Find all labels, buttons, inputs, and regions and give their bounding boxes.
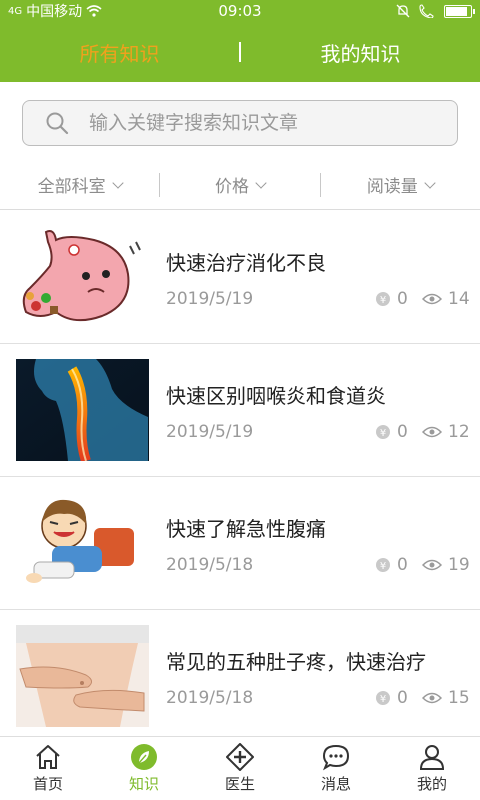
search-input[interactable] xyxy=(89,112,429,134)
filter-label: 阅读量 xyxy=(366,177,418,197)
tab-messages[interactable]: 消息 xyxy=(288,737,384,800)
abdomen-hands-image xyxy=(16,625,149,727)
tab-my-knowledge[interactable]: 我的知识 xyxy=(241,38,480,67)
eye-icon xyxy=(422,426,442,438)
eye-icon xyxy=(422,559,442,571)
home-icon xyxy=(36,745,60,769)
search-box[interactable] xyxy=(22,100,458,146)
article-views: 19 xyxy=(422,555,470,575)
article-thumbnail xyxy=(16,226,149,328)
bell-muted-icon xyxy=(396,4,410,18)
yuan-coin-icon: ¥ xyxy=(376,558,390,572)
article-price: ¥ 0 xyxy=(375,289,408,309)
yuan-coin-icon: ¥ xyxy=(376,292,390,306)
hd-call-icon xyxy=(419,4,434,18)
article-views: 12 xyxy=(422,422,470,442)
svg-text:¥: ¥ xyxy=(380,561,386,572)
yuan-coin-icon: ¥ xyxy=(376,425,390,439)
chevron-down-icon xyxy=(424,176,436,189)
bottom-tab-bar: 首页 知识 医生 消息 我的 xyxy=(0,736,480,800)
status-bar: 4G 中国移动 09:03 xyxy=(0,0,480,22)
list-item[interactable]: 快速了解急性腹痛 2019/5/18 ¥ 0 19 xyxy=(0,477,480,610)
article-price: ¥ 0 xyxy=(375,422,408,442)
article-title: 快速治疗消化不良 xyxy=(166,251,326,275)
article-date: 2019/5/18 xyxy=(166,555,254,575)
article-price: ¥ 0 xyxy=(375,555,408,575)
filter-label: 价格 xyxy=(214,177,249,197)
search-icon xyxy=(46,112,69,135)
tab-home[interactable]: 首页 xyxy=(0,737,96,800)
tab-mine[interactable]: 我的 xyxy=(384,737,480,800)
filter-department[interactable]: 全部科室 xyxy=(0,172,159,197)
tab-all-knowledge[interactable]: 所有知识 xyxy=(0,38,239,67)
filter-bar: 全部科室 价格 阅读量 xyxy=(0,160,480,210)
user-icon xyxy=(419,745,445,770)
child-abdominal-pain-image xyxy=(16,492,149,594)
filter-price[interactable]: 价格 xyxy=(160,172,319,197)
article-thumbnail xyxy=(16,492,149,594)
article-views: 14 xyxy=(422,289,470,309)
article-date: 2019/5/19 xyxy=(166,422,254,442)
carrier-label: 中国移动 xyxy=(26,4,83,20)
article-price: ¥ 0 xyxy=(375,688,408,708)
svg-text:¥: ¥ xyxy=(380,694,386,705)
article-title: 快速了解急性腹痛 xyxy=(166,517,326,541)
filter-reads[interactable]: 阅读量 xyxy=(321,172,480,197)
article-thumbnail xyxy=(16,625,149,727)
article-thumbnail xyxy=(16,359,149,461)
svg-text:¥: ¥ xyxy=(380,428,386,439)
article-title: 快速区别咽喉炎和食道炎 xyxy=(166,384,386,408)
battery-icon xyxy=(444,4,475,18)
article-views: 15 xyxy=(422,688,470,708)
chat-bubble-icon xyxy=(322,744,350,771)
medical-cross-icon xyxy=(226,743,254,771)
svg-text:¥: ¥ xyxy=(380,295,386,306)
list-item[interactable]: 常见的五种肚子疼，快速治疗 2019/5/18 ¥ 0 15 xyxy=(0,610,480,743)
article-date: 2019/5/18 xyxy=(166,688,254,708)
article-date: 2019/5/19 xyxy=(166,289,254,309)
chevron-down-icon xyxy=(111,176,124,189)
article-title: 常见的五种肚子疼，快速治疗 xyxy=(166,650,426,674)
chevron-down-icon xyxy=(255,176,267,189)
stomach-cartoon-image xyxy=(16,226,149,328)
article-list: 快速治疗消化不良 2019/5/19 ¥ 0 14 快速区别咽喉炎和食道炎 20… xyxy=(0,211,480,743)
tab-knowledge[interactable]: 知识 xyxy=(96,737,192,800)
top-tab-bar: 所有知识 我的知识 xyxy=(0,22,480,82)
yuan-coin-icon: ¥ xyxy=(376,691,390,705)
eye-icon xyxy=(422,293,442,305)
eye-icon xyxy=(422,692,442,704)
wifi-icon xyxy=(86,5,102,17)
leaf-icon xyxy=(131,744,157,770)
throat-xray-image xyxy=(16,359,149,461)
tab-doctor[interactable]: 医生 xyxy=(192,737,288,800)
list-item[interactable]: 快速治疗消化不良 2019/5/19 ¥ 0 14 xyxy=(0,211,480,344)
signal-icon: 4G xyxy=(8,5,23,17)
list-item[interactable]: 快速区别咽喉炎和食道炎 2019/5/19 ¥ 0 12 xyxy=(0,344,480,477)
filter-label: 全部科室 xyxy=(37,177,106,197)
